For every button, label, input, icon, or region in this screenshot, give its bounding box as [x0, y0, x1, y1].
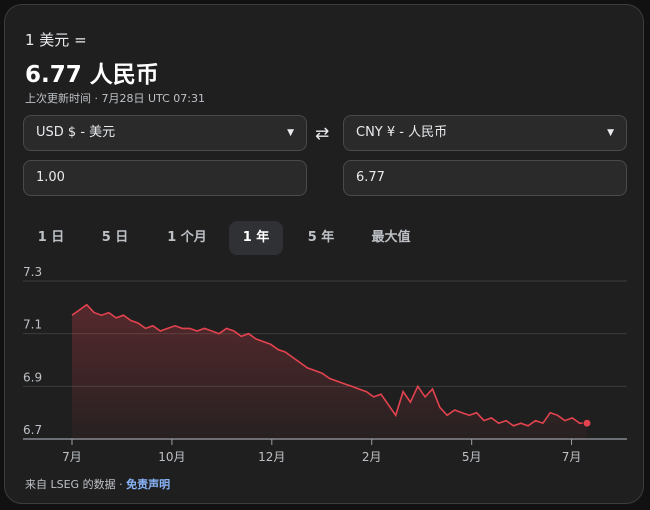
tab-5-year[interactable]: 5 年: [293, 221, 349, 255]
tab-1-month[interactable]: 1 个月: [153, 221, 221, 255]
chevron-down-icon: ▼: [287, 128, 294, 138]
tab-1-year[interactable]: 1 年: [229, 221, 283, 255]
exchange-rate-chart: 7.3 7.1 6.9 6.7 7月 10月 12月 2月 5月 7月: [23, 265, 627, 464]
y-tick-label: 7.1: [23, 318, 42, 332]
from-currency-label: USD $ - 美元: [36, 125, 116, 140]
currency-converter-card: 1 美元 = 6.77 人民币 上次更新时间 · 7月28日 UTC 07:31…: [4, 4, 644, 504]
chevron-down-icon: ▼: [607, 128, 614, 138]
tab-5-day[interactable]: 5 日: [87, 221, 143, 255]
x-tick-label: 7月: [62, 450, 82, 464]
last-updated: 上次更新时间 · 7月28日 UTC 07:31: [25, 92, 205, 105]
data-source-text: 来自 LSEG 的数据 ·: [25, 478, 127, 491]
x-tick-label: 10月: [158, 450, 185, 464]
y-tick-label: 6.7: [23, 423, 42, 437]
y-tick-label: 7.3: [23, 265, 42, 279]
swap-icon[interactable]: ⇄: [315, 124, 329, 144]
to-currency-select[interactable]: CNY ¥ - 人民币 ▼: [343, 115, 627, 151]
disclaimer-link[interactable]: 免责声明: [126, 478, 170, 491]
x-tick-label: 2月: [362, 450, 382, 464]
x-tick-label: 7月: [562, 450, 582, 464]
data-source-footer: 来自 LSEG 的数据 · 免责声明: [25, 476, 170, 492]
from-amount-input[interactable]: 1.00: [23, 160, 307, 196]
to-currency-label: CNY ¥ - 人民币: [356, 125, 448, 140]
tab-max[interactable]: 最大值: [359, 221, 423, 255]
base-amount-label: 1 美元 =: [25, 31, 87, 49]
x-tick-label: 5月: [462, 450, 482, 464]
exchange-rate: 6.77 人民币: [25, 62, 159, 88]
chart-area: [72, 304, 587, 439]
to-amount-input[interactable]: 6.77: [343, 160, 627, 196]
y-tick-label: 6.9: [23, 370, 42, 384]
x-tick-label: 12月: [258, 450, 285, 464]
from-currency-select[interactable]: USD $ - 美元 ▼: [23, 115, 307, 151]
tab-1-day[interactable]: 1 日: [23, 221, 79, 255]
latest-point[interactable]: [582, 418, 592, 428]
